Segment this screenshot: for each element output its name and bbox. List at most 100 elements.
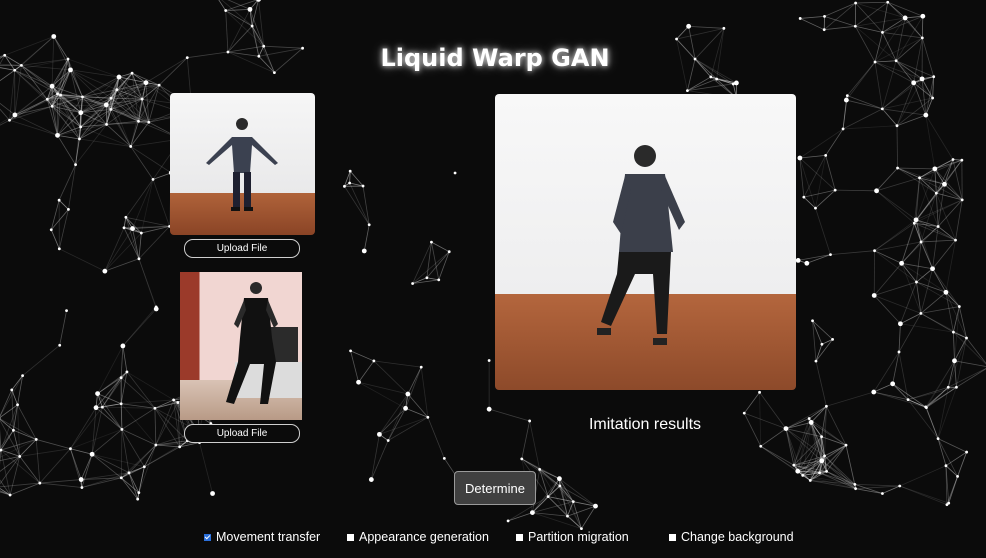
- network-link: [743, 392, 760, 414]
- network-node: [137, 119, 140, 123]
- network-node: [825, 469, 828, 473]
- network-node: [802, 195, 806, 199]
- network-link: [57, 135, 76, 165]
- network-link: [882, 108, 926, 116]
- option-appearance-generation[interactable]: Appearance generation: [347, 530, 489, 544]
- person-tpose-figure: [206, 118, 278, 211]
- determine-button[interactable]: Determine: [454, 471, 536, 505]
- imitation-results-label: Imitation results: [588, 416, 702, 433]
- network-link: [932, 268, 960, 307]
- network-link: [126, 371, 174, 401]
- network-node: [795, 468, 801, 474]
- network-link: [882, 2, 889, 33]
- option-movement-transfer[interactable]: Movement transfer: [204, 530, 320, 544]
- network-link: [358, 381, 408, 395]
- network-node: [154, 443, 158, 447]
- network-link: [122, 345, 128, 372]
- network-node: [116, 74, 122, 80]
- network-node: [368, 477, 374, 482]
- network-node: [120, 343, 126, 349]
- network-node: [538, 467, 542, 471]
- network-node: [349, 349, 352, 353]
- network-link: [676, 27, 724, 40]
- network-link: [123, 227, 140, 259]
- option-change-background[interactable]: Change background: [669, 530, 794, 544]
- network-node: [919, 76, 925, 82]
- network-node: [127, 471, 131, 475]
- network-node: [49, 228, 53, 232]
- network-node: [742, 411, 746, 415]
- network-node: [530, 510, 535, 515]
- network-node: [89, 451, 95, 457]
- network-node: [69, 447, 72, 451]
- network-node: [45, 97, 49, 101]
- network-node: [952, 330, 955, 334]
- network-link: [405, 366, 422, 409]
- checkbox-icon[interactable]: [516, 533, 523, 541]
- network-link: [251, 0, 259, 27]
- option-label: Appearance generation: [359, 530, 489, 544]
- network-link: [953, 332, 955, 361]
- network-node: [675, 37, 678, 41]
- network-node: [880, 107, 884, 111]
- network-link: [882, 108, 898, 126]
- network-node: [18, 455, 22, 458]
- network-link: [876, 190, 917, 221]
- network-link: [710, 76, 734, 85]
- option-label: Partition migration: [528, 530, 629, 544]
- upload-reference-button[interactable]: Upload File: [184, 424, 300, 443]
- network-link: [138, 233, 142, 259]
- network-node: [820, 435, 823, 439]
- network-node: [153, 406, 157, 410]
- network-node: [147, 120, 151, 124]
- network-node: [823, 14, 826, 18]
- checkbox-icon[interactable]: [669, 533, 676, 541]
- network-node: [557, 476, 562, 482]
- network-node: [804, 260, 810, 266]
- network-link: [120, 403, 157, 446]
- network-node: [919, 312, 923, 315]
- network-link: [70, 407, 97, 449]
- network-node: [49, 83, 55, 89]
- network-node: [109, 107, 113, 111]
- network-node: [808, 420, 814, 425]
- network-node: [105, 123, 108, 126]
- network-link: [154, 408, 157, 446]
- checkbox-checked-icon[interactable]: [204, 533, 211, 541]
- network-link: [152, 172, 172, 180]
- option-label: Movement transfer: [216, 530, 321, 544]
- network-link: [148, 85, 160, 123]
- network-node: [965, 450, 969, 454]
- network-node: [67, 207, 70, 211]
- network-link: [121, 407, 156, 430]
- network-node: [57, 198, 61, 202]
- network-node: [122, 226, 126, 230]
- network-link: [199, 442, 213, 494]
- network-node: [843, 97, 849, 103]
- network-node: [224, 9, 228, 12]
- network-link: [900, 281, 917, 324]
- network-node: [348, 169, 352, 173]
- person-result-figure: [597, 145, 685, 345]
- network-link: [79, 138, 131, 147]
- network-node: [178, 445, 182, 449]
- network-node: [871, 389, 877, 395]
- upload-source-button[interactable]: Upload File: [184, 239, 300, 258]
- network-node: [506, 519, 510, 523]
- network-node: [845, 94, 849, 98]
- network-node: [419, 365, 423, 369]
- option-partition-migration[interactable]: Partition migration: [516, 530, 629, 544]
- network-link: [874, 250, 917, 283]
- network-link: [36, 439, 71, 450]
- checkbox-icon[interactable]: [347, 533, 354, 541]
- network-link: [358, 360, 375, 383]
- network-link: [825, 128, 844, 156]
- network-link: [349, 171, 351, 184]
- network-node: [151, 178, 155, 181]
- network-link: [815, 360, 827, 407]
- network-link: [80, 126, 131, 147]
- network-link: [799, 128, 844, 159]
- network-link: [104, 227, 125, 272]
- network-node: [758, 390, 761, 394]
- network-link: [937, 387, 957, 439]
